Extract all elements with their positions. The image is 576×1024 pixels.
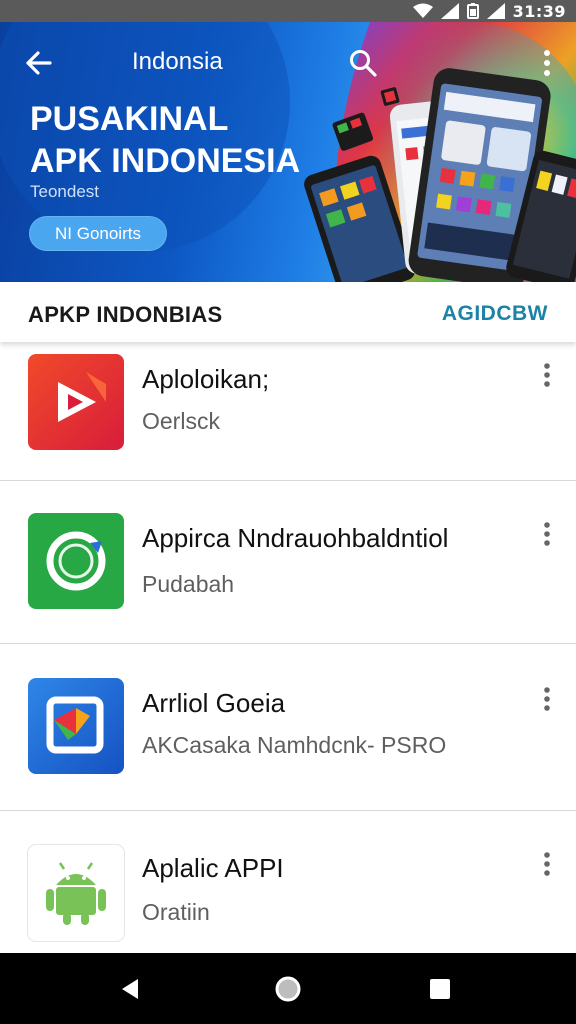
hero-banner: Indonsia PUSAKINAL APK INDONESIA Teondes…	[0, 22, 576, 282]
home-circle-icon	[275, 976, 301, 1002]
app-list: Aplolоikan; Oerlsck Appirca Nndrauohbald…	[0, 342, 576, 956]
app-name: Aplalic APPI	[142, 853, 284, 883]
item-menu-button[interactable]	[536, 519, 558, 551]
item-menu-button[interactable]	[536, 360, 558, 392]
more-vert-icon	[544, 687, 550, 711]
signal-icon-2	[486, 3, 505, 19]
hero-cta-button[interactable]: NI Gonoirts	[29, 216, 167, 251]
app-subtitle: Oratiin	[142, 899, 210, 925]
list-item[interactable]: Appirca Nndrauohbaldntiol Pudabah	[0, 481, 576, 644]
nav-back-button[interactable]	[114, 973, 146, 1005]
hero-tagline: Teondest	[30, 182, 99, 201]
back-triangle-icon	[122, 979, 138, 999]
more-vert-icon	[544, 363, 550, 387]
signal-icon	[440, 3, 459, 19]
app-subtitle: Pudabah	[142, 571, 235, 597]
more-vert-icon	[544, 852, 550, 876]
app-subtitle: AKCasaka Namhdcnk- PSRO	[142, 732, 447, 758]
search-button[interactable]	[348, 48, 378, 78]
list-item[interactable]: Arrliol Goeia AKCasaka Namhdcnk- PSRO	[0, 644, 576, 811]
section-header: APKP INDONBIAS AGIDCBW	[0, 282, 576, 342]
status-icons: 31:39	[412, 0, 566, 22]
nav-recents-button[interactable]	[424, 973, 456, 1005]
app-name: Appirca Nndrauohbaldntiol	[142, 523, 449, 553]
app-name: Aplolоikan;	[142, 364, 270, 394]
folded-square-icon	[28, 678, 124, 774]
refresh-ring-icon	[28, 513, 124, 609]
back-button[interactable]	[22, 46, 56, 80]
battery-icon	[466, 3, 479, 19]
list-item[interactable]: Aplolоikan; Oerlsck	[0, 342, 576, 481]
hero-headline-line1: PUSAKINAL	[30, 100, 229, 138]
section-title: APKP INDONBIAS	[28, 302, 223, 327]
system-nav-bar	[0, 953, 576, 1024]
nav-home-button[interactable]	[272, 973, 304, 1005]
wifi-icon	[412, 3, 433, 18]
hero-headline-line2: APK INDONESIA	[30, 142, 301, 180]
recents-square-icon	[430, 979, 450, 999]
section-action-link[interactable]: AGIDCBW	[442, 302, 548, 326]
item-menu-button[interactable]	[536, 684, 558, 716]
status-bar: 31:39	[0, 0, 576, 22]
list-item[interactable]: Aplalic APPI Oratiin	[0, 811, 576, 956]
android-icon	[28, 845, 124, 941]
app-name: Arrliol Goeia	[142, 688, 286, 718]
more-vert-icon	[544, 522, 550, 546]
arrow-left-icon	[26, 51, 52, 75]
hero-headline: PUSAKINAL APK INDONESIA	[30, 98, 350, 182]
page-title: Indonsia	[132, 48, 223, 75]
clock: 31:39	[512, 1, 566, 21]
item-menu-button[interactable]	[536, 849, 558, 881]
overflow-menu-button[interactable]	[536, 46, 558, 80]
app-subtitle: Oerlsck	[142, 408, 220, 434]
search-icon	[350, 50, 377, 77]
more-vert-icon	[544, 50, 550, 76]
play-icon	[28, 354, 124, 450]
